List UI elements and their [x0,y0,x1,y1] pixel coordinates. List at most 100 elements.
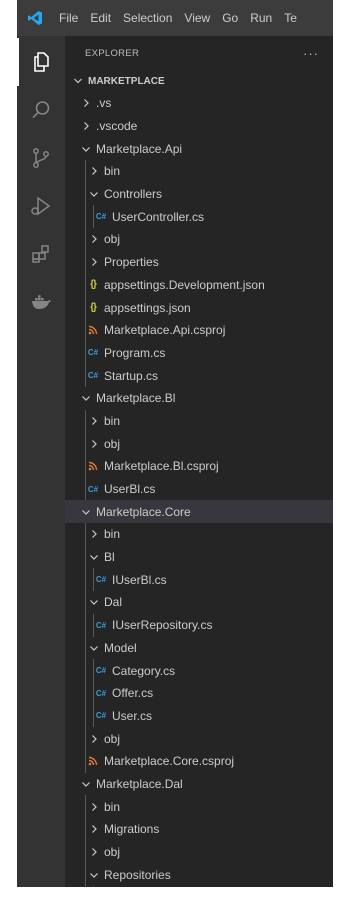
tree-folder-marketplace-api[interactable]: Marketplace.Api [65,137,333,160]
indent-guide [85,840,86,864]
tree-folder-obj[interactable]: obj [65,432,333,455]
tree-item-label: UserController.cs [112,209,205,224]
tree-item-label: obj [104,731,121,746]
indent-guide [93,613,94,637]
indent-guide [85,659,86,682]
tree-folder-obj[interactable]: obj [65,727,333,750]
csharp-file-icon: C# [95,575,107,585]
tree-file-marketplace-api-csproj[interactable]: Marketplace.Api.csproj [65,318,333,342]
explorer-header: EXPLORER ··· [65,36,333,70]
chevron-right-icon [87,439,101,449]
chevron-right-icon [87,734,101,744]
tree-folder-bin[interactable]: bin [65,795,333,818]
menu-bar: File Edit Selection View Go Run Te [17,0,333,36]
chevron-right-icon [87,257,101,267]
tree-file-iuserbl-cs[interactable]: C# IUserBl.cs [65,568,333,592]
tree-file-category-cs[interactable]: C# Category.cs [65,659,333,682]
indent-guide [85,273,86,297]
tree-file-usercontroller-cs[interactable]: C# UserController.cs [65,205,333,229]
csproj-file-icon [87,756,99,766]
tree-item-label: .vscode [96,119,138,134]
tree-file-marketplace-core-csproj[interactable]: Marketplace.Core.csproj [65,749,333,773]
indent-guide [85,636,86,660]
run-debug-icon[interactable] [17,182,65,230]
tree-item-label: IUserRepository.cs [112,618,213,633]
explorer-icon[interactable] [17,38,65,86]
tree-file-userbl-cs[interactable]: C# UserBl.cs [65,477,333,501]
csharp-file-icon: C# [87,484,99,494]
chevron-down-icon [79,144,93,154]
tree-file-userrepository-cs[interactable]: C#UserRepository.cs [65,886,333,887]
chevron-down-icon [79,779,93,789]
indent-guide [85,863,86,887]
tree-folder-bin[interactable]: bin [65,409,333,433]
tree-folder-dal[interactable]: Dal [65,591,333,614]
csharp-file-icon: C# [87,371,99,381]
tree-item-label: Migrations [104,822,160,837]
tree-folder-bl[interactable]: Bl [65,545,333,569]
tree-folder-bin[interactable]: bin [65,160,333,183]
tree-folder-vs[interactable]: .vs [65,92,333,115]
menu-item-edit[interactable]: Edit [84,0,117,36]
tree-file-appsettings-json[interactable]: {} appsettings.json [65,296,333,319]
menu-item-view[interactable]: View [178,0,216,36]
csproj-file-icon [87,461,99,471]
tree-item-label: appsettings.Development.json [104,277,265,292]
indent-guide [93,704,94,728]
workspace-root[interactable]: MARKETPLACE [65,70,333,92]
tree-file-startup-cs[interactable]: C# Startup.cs [65,364,333,387]
tree-file-marketplace-bl-csproj[interactable]: Marketplace.Bl.csproj [65,455,333,478]
tree-item-label: bin [104,527,121,542]
chevron-down-icon [87,870,101,880]
chevron-right-icon [79,121,93,131]
indent-guide [85,160,86,183]
tree-file-program-cs[interactable]: C# Program.cs [65,341,333,365]
explorer-sidebar: EXPLORER ··· MARKETPLACE .vs .vscode Marke… [65,36,333,887]
tree-folder-vscode[interactable]: .vscode [65,115,333,138]
more-actions-icon[interactable]: ··· [303,46,319,61]
tree-item-label: Model [104,640,137,655]
tree-file-user-cs[interactable]: C# User.cs [65,704,333,728]
indent-guide [85,749,86,773]
tree-item-label: Dal [104,595,123,610]
menu-item-file[interactable]: File [53,0,84,36]
tree-folder-properties[interactable]: Properties [65,250,333,274]
menu-item-te[interactable]: Te [278,0,303,36]
json-file-icon: {} [90,302,97,314]
tree-folder-marketplace-dal[interactable]: Marketplace.Dal [65,773,333,796]
menu-item-run[interactable]: Run [244,0,278,36]
csharp-file-icon: C# [87,348,99,358]
indent-guide [85,613,86,637]
docker-icon[interactable] [17,278,65,326]
tree-item-label: Properties [104,255,159,270]
menu-item-selection[interactable]: Selection [117,0,178,36]
tree-folder-obj[interactable]: obj [65,228,333,251]
menu-item-go[interactable]: Go [216,0,244,36]
extensions-icon[interactable] [17,230,65,278]
vscode-window: File Edit Selection View Go Run Te EXPLO… [17,0,333,887]
chevron-right-icon [87,234,101,244]
tree-file-offer-cs[interactable]: C# Offer.cs [65,681,333,705]
indent-guide [93,886,94,887]
tree-folder-marketplace-bl[interactable]: Marketplace.Bl [65,387,333,410]
tree-folder-bin[interactable]: bin [65,523,333,546]
indent-guide [85,477,86,501]
tree-item-label: bin [104,413,121,428]
chevron-right-icon [87,802,101,812]
source-control-icon[interactable] [17,134,65,182]
indent-guide [85,886,86,887]
tree-folder-controllers[interactable]: Controllers [65,182,333,206]
tree-folder-repositories[interactable]: Repositories [65,863,333,887]
search-icon[interactable] [17,86,65,134]
indent-guide [85,250,86,274]
tree-item-label: obj [104,436,121,451]
tree-folder-migrations[interactable]: Migrations [65,818,333,841]
tree-file-appsettings-development-json[interactable]: {} appsettings.Development.json [65,273,333,297]
chevron-down-icon [71,76,85,86]
workspace-root-label: MARKETPLACE [88,75,165,87]
tree-folder-model[interactable]: Model [65,636,333,660]
tree-folder-marketplace-core[interactable]: Marketplace.Core [65,500,333,524]
tree-file-iuserrepository-cs[interactable]: C# IUserRepository.cs [65,613,333,637]
chevron-down-icon [87,552,101,562]
tree-folder-obj[interactable]: obj [65,840,333,864]
